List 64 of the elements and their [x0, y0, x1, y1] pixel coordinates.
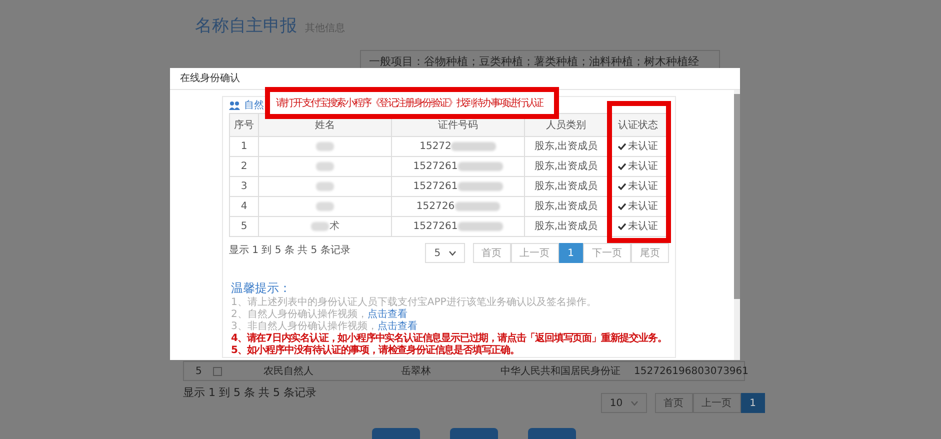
page-button[interactable]: 1: [740, 393, 765, 413]
blurred-name: 术: [310, 219, 340, 234]
tip-text: 2、自然人身份确认操作视频，: [231, 309, 368, 320]
row-checkbox[interactable]: [213, 366, 222, 376]
table-cell: 股东,出资成员: [525, 197, 608, 216]
warning-text: 5、如小程序中没有待认证的事项，请检查身份证信息是否填写正确。: [231, 345, 520, 357]
page-button[interactable]: 首页: [654, 393, 693, 413]
blurred-id-number: 1527261: [413, 219, 503, 234]
status-cell: 未认证: [608, 197, 668, 216]
check-icon: [618, 223, 626, 230]
notice-text: 请打开支付宝搜索小程序《登记注册身份验证》找到待办事项进行认证: [276, 96, 543, 110]
table-cell: 4: [230, 197, 259, 216]
dialog-title: 在线身份确认: [180, 72, 240, 86]
status-cell: 未认证: [608, 157, 668, 176]
blurred-name: [316, 182, 334, 191]
warning-text: 4、请在7日内实名认证，如小程序中实名认证信息显示已过期，请点击「返回填写页面」重新提交业务。: [231, 333, 668, 344]
record-summary: 显示 1 到 5 条 共 5 条记录: [229, 244, 350, 258]
page-size-select[interactable]: 5: [425, 243, 465, 263]
blurred-name: [316, 142, 334, 151]
page-button[interactable]: 1: [558, 243, 583, 263]
tip-text: 1、请上述列表中的身份认证人员下载支付宝APP进行该笔业务确认以及签名操作。: [231, 297, 596, 308]
check-icon: [618, 163, 626, 170]
users-icon: [229, 100, 240, 110]
status-cell: 未认证: [608, 177, 668, 196]
blurred-id-number: 1527261: [413, 179, 503, 194]
blurred-id-number: 1527261: [413, 159, 503, 174]
caret-icon: [630, 400, 638, 406]
table-cell: 股东,出资成员: [525, 157, 608, 176]
table-cell: 股东,出资成员: [525, 217, 608, 236]
page-button[interactable]: 首页: [472, 243, 511, 263]
panel-heading: 自然: [244, 98, 264, 112]
tip-text: 3、非自然人身份确认操作视频，: [231, 321, 378, 332]
check-icon: [618, 183, 626, 190]
page-button[interactable]: 上一页: [510, 243, 559, 263]
table-cell: 2: [230, 157, 259, 176]
column-header: 序号: [230, 114, 259, 136]
table-cell: 股东,出资成员: [525, 177, 608, 196]
tips-title: 温馨提示：: [231, 280, 292, 296]
page-button[interactable]: 下一页: [583, 243, 631, 263]
table-cell-text: 5: [194, 364, 203, 378]
blurred-id-number: 15272: [420, 139, 496, 154]
table-cell: 股东,出资成员: [525, 137, 608, 156]
table-cell-text: 岳翠林: [400, 364, 432, 378]
status-cell: 未认证: [608, 217, 668, 236]
status-cell: 未认证: [608, 137, 668, 156]
column-header: 认证状态: [617, 118, 659, 132]
video-link[interactable]: 点击查看: [367, 309, 408, 321]
blurred-id-number: 152726: [416, 199, 500, 214]
page-size-select[interactable]: 10: [600, 393, 647, 413]
table-cell-text: 农民自然人: [262, 364, 315, 378]
blurred-name: [316, 202, 334, 211]
caret-icon: [448, 250, 456, 256]
check-icon: [618, 203, 626, 210]
table-cell: 1: [230, 137, 259, 156]
record-summary: 显示 1 到 5 条 共 5 条记录: [183, 385, 316, 401]
table-cell: 5: [230, 217, 259, 236]
check-icon: [618, 143, 626, 150]
page-button[interactable]: 上一页: [692, 393, 741, 413]
page-button[interactable]: 尾页: [631, 243, 669, 263]
video-link[interactable]: 点击查看: [377, 321, 418, 333]
blurred-name: [316, 162, 334, 171]
table-cell: 3: [230, 177, 259, 196]
page-title: 名称自主申报: [195, 15, 297, 38]
table-cell-text: 中华人民共和国居民身份证: [500, 364, 622, 378]
